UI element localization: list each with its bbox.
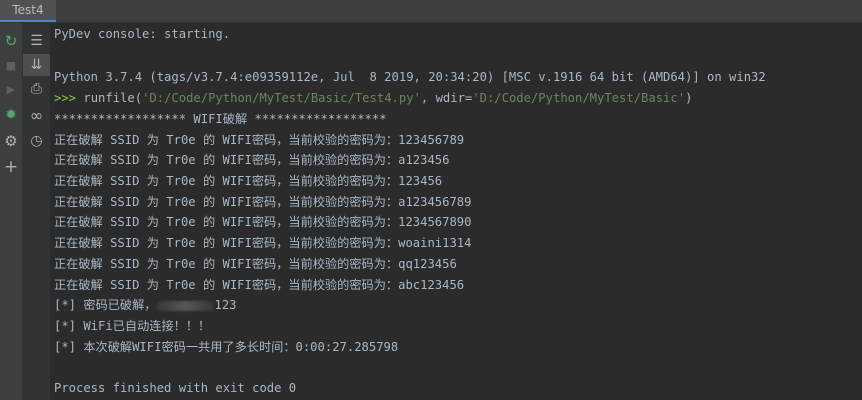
runfile-suffix: ) xyxy=(685,91,693,105)
watch-variables-icon[interactable]: ∞ xyxy=(23,104,50,126)
run-toolbar: ↻ ■ ▶ ✹ ⚙ + xyxy=(0,23,23,400)
runfile-wdir: 'D:/Code/Python/MyTest/Basic' xyxy=(472,91,686,105)
history-icon[interactable]: ◷ xyxy=(23,130,50,152)
runfile-path: 'D:/Code/Python/MyTest/Basic/Test4.py' xyxy=(142,91,421,105)
attempt-line: 正在破解 SSID 为 Tr0e 的 WIFI密码，当前校验的密码为：qq123… xyxy=(54,257,457,271)
runfile-prefix: runfile( xyxy=(76,91,143,105)
process-finished-line: Process finished with exit code 0 xyxy=(54,381,297,395)
password-cracked-line: [*] 密码已破解， 123 xyxy=(54,295,237,315)
rerun-icon[interactable]: ↻ xyxy=(0,30,22,52)
console-output[interactable]: PyDev console: starting. Python 3.7.4 (t… xyxy=(54,24,862,400)
attempt-line: 正在破解 SSID 为 Tr0e 的 WIFI密码，当前校验的密码为：12345… xyxy=(54,174,443,188)
debug-icon[interactable]: ✹ xyxy=(0,104,22,126)
stop-icon[interactable]: ■ xyxy=(0,54,22,76)
attempt-line: 正在破解 SSID 为 Tr0e 的 WIFI密码，当前校验的密码为：12345… xyxy=(54,133,465,147)
attempt-line: 正在破解 SSID 为 Tr0e 的 WIFI密码，当前校验的密码为：a1234… xyxy=(54,153,450,167)
tab-test4[interactable]: Test4 xyxy=(0,0,56,22)
elapsed-time-line: [*] 本次破解WIFI密码一共用了多长时间：0:00:27.285798 xyxy=(54,340,399,354)
runfile-command-line: >>> runfile('D:/Code/Python/MyTest/Basic… xyxy=(54,88,692,108)
console-prompt: >>> xyxy=(54,91,77,105)
attempt-line: 正在破解 SSID 为 Tr0e 的 WIFI密码，当前校验的密码为：12345… xyxy=(54,215,472,229)
cracked-suffix: 123 xyxy=(214,298,237,312)
print-icon[interactable]: ⎙ xyxy=(23,78,50,100)
cracked-prefix: [*] 密码已破解， xyxy=(54,298,157,312)
console-starting-line: PyDev console: starting. xyxy=(54,27,231,41)
add-icon[interactable]: + xyxy=(0,156,22,178)
wifi-banner-line: ****************** WIFI破解 **************… xyxy=(54,112,387,126)
runfile-mid: , wdir= xyxy=(420,91,473,105)
scroll-to-end-icon[interactable]: ⇊ xyxy=(23,54,50,76)
wifi-connected-line: [*] WiFi已自动连接！！！ xyxy=(54,319,211,333)
attempt-line: 正在破解 SSID 为 Tr0e 的 WIFI密码，当前校验的密码为：a1234… xyxy=(54,195,472,209)
run-icon[interactable]: ▶ xyxy=(0,78,22,100)
console-toolbar: ☰ ⇊ ⎙ ∞ ◷ xyxy=(23,23,51,400)
attempt-line: 正在破解 SSID 为 Tr0e 的 WIFI密码，当前校验的密码为：abc12… xyxy=(54,278,465,292)
settings-icon[interactable]: ⚙ xyxy=(0,130,22,152)
tool-window-tab-bar: Test4 xyxy=(0,0,862,23)
redacted-password xyxy=(156,300,215,311)
attempt-line: 正在破解 SSID 为 Tr0e 的 WIFI密码，当前校验的密码为：woain… xyxy=(54,236,472,250)
soft-wrap-icon[interactable]: ☰ xyxy=(23,30,50,52)
python-version-line: Python 3.7.4 (tags/v3.7.4:e09359112e, Ju… xyxy=(54,70,766,84)
